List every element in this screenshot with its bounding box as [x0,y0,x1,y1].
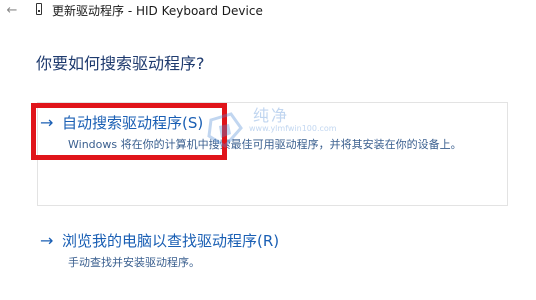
back-arrow-icon[interactable]: ← [4,2,20,18]
browse-computer-option[interactable]: → 浏览我的电脑以查找驱动程序(R) 手动查找并安装驱动程序。 [40,230,279,270]
arrow-right-icon: → [40,113,54,132]
auto-search-title[interactable]: 自动搜索驱动程序(S) [62,112,203,134]
arrow-right-icon: → [40,231,54,250]
window-title: 更新驱动程序 - HID Keyboard Device [52,4,263,18]
device-icon [36,3,42,15]
auto-search-option[interactable]: → 自动搜索驱动程序(S) Windows 将在你的计算机中搜索最佳可用驱动程序… [40,112,462,152]
browse-computer-title[interactable]: 浏览我的电脑以查找驱动程序(R) [62,230,279,252]
title-bar: ← 更新驱动程序 - HID Keyboard Device [0,0,536,22]
browse-computer-description: 手动查找并安装驱动程序。 [68,256,200,269]
page-question: 你要如何搜索驱动程序? [36,54,205,73]
auto-search-description: Windows 将在你的计算机中搜索最佳可用驱动程序，并将其安装在你的设备上。 [68,138,462,151]
